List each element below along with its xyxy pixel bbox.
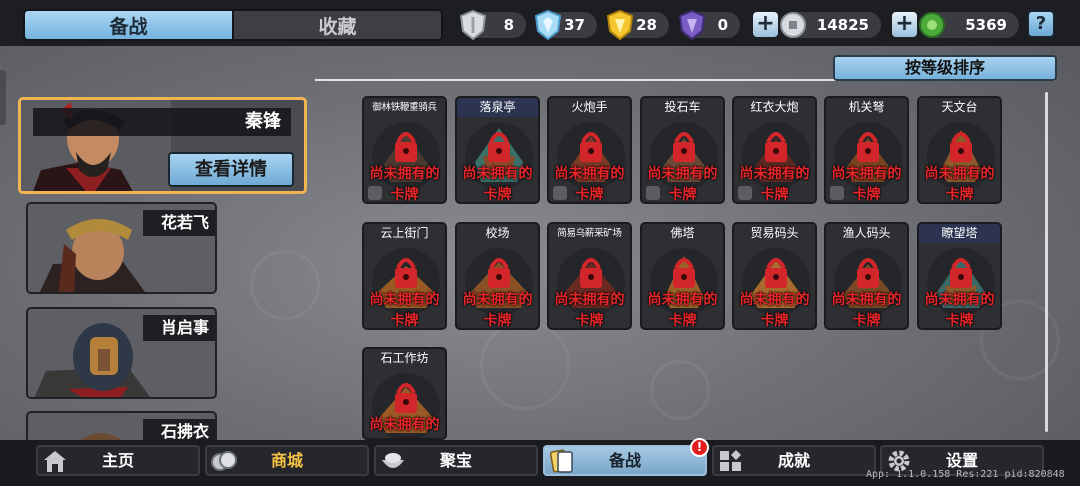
view-details-button[interactable]: 查看详情 (168, 152, 294, 187)
building-name: 落泉亭 (457, 98, 538, 117)
tab-prepare[interactable]: 备战 (25, 11, 234, 39)
locked-label: 尚未拥有的卡牌 (369, 292, 440, 329)
hero-name: 花若飞 (143, 210, 215, 236)
building-card[interactable]: 贸易码头 尚未拥有的 卡牌 (732, 222, 817, 330)
tab-collection[interactable]: 收藏 (234, 11, 441, 39)
building-name: 佛塔 (642, 224, 723, 243)
cards-icon (549, 449, 573, 473)
background-pattern (250, 250, 320, 320)
hero-name: 肖启事 (143, 315, 215, 341)
hero-card[interactable]: 花若飞 (26, 202, 217, 294)
nav-treasure-button[interactable]: 聚宝 (374, 445, 538, 476)
locked-label: 尚未拥有的卡牌 (369, 417, 440, 433)
building-card[interactable]: 简易乌薪采矿场 尚未拥有的 卡牌 (547, 222, 632, 330)
home-icon (44, 451, 66, 472)
building-name: 石工作坊 (364, 349, 445, 368)
achievement-icon (720, 450, 741, 471)
building-name: 云上街门 (364, 224, 445, 243)
currency-gold-shield: 28 (606, 9, 669, 41)
currency-value: 5369 (965, 16, 1007, 34)
currency-silver-shield: 8 (459, 9, 526, 41)
jade-coin-icon (919, 12, 945, 38)
silver-coin-icon (780, 12, 806, 38)
main-tabs: 备战 收藏 (23, 9, 443, 41)
notification-badge: ! (690, 438, 709, 457)
gold-shield-icon (606, 9, 634, 41)
nav-prepare-button[interactable]: 备战 (543, 445, 707, 476)
background-pattern (480, 320, 570, 410)
building-card[interactable]: 机关弩 尚未拥有的 卡牌 (824, 96, 909, 204)
locked-label: 尚未拥有的卡牌 (462, 292, 533, 329)
currency-blue-shield: 37 (534, 9, 597, 41)
card-type-icon (646, 186, 660, 200)
building-name: 机关弩 (826, 98, 907, 117)
building-card[interactable]: 佛塔 尚未拥有的 卡牌 (640, 222, 725, 330)
building-card[interactable]: 红衣大炮 尚未拥有的 卡牌 (732, 96, 817, 204)
building-name: 御林铁鞭重骑兵 (364, 98, 445, 117)
building-card[interactable]: 天文台 尚未拥有的 卡牌 (917, 96, 1002, 204)
currency-value: 8 (503, 16, 514, 34)
building-name: 投石车 (642, 98, 723, 117)
locked-label: 尚未拥有的卡牌 (924, 166, 995, 203)
nav-home-button[interactable]: 主页 (36, 445, 200, 476)
building-name: 火炮手 (549, 98, 630, 117)
building-card[interactable]: 渔人码头 尚未拥有的 卡牌 (824, 222, 909, 330)
building-name: 红衣大炮 (734, 98, 815, 117)
currency-jade-coin: 5369 (919, 12, 1019, 38)
add-silver-coin-button[interactable]: + (753, 12, 778, 37)
building-card[interactable]: 瞭望塔 尚未拥有的 卡牌 (917, 222, 1002, 330)
currency-value: 14825 (816, 16, 869, 34)
locked-label: 尚未拥有的卡牌 (647, 292, 718, 329)
building-name: 简易乌薪采矿场 (549, 224, 630, 243)
currency-value: 37 (564, 16, 585, 34)
building-card[interactable]: 云上街门 尚未拥有的 卡牌 (362, 222, 447, 330)
locked-label: 尚未拥有的卡牌 (739, 292, 810, 329)
list-scrollbar[interactable] (1045, 92, 1048, 432)
add-jade-coin-button[interactable]: + (892, 12, 917, 37)
currency-silver-coin: 14825 (780, 12, 881, 38)
coins-icon (211, 451, 237, 471)
building-card[interactable]: 校场 尚未拥有的 卡牌 (455, 222, 540, 330)
hero-name: 秦锋 (33, 108, 291, 136)
locked-label: 尚未拥有的卡牌 (924, 292, 995, 329)
hero-card[interactable]: 肖启事 (26, 307, 217, 399)
treasure-bowl-icon (382, 453, 404, 468)
card-type-icon (830, 186, 844, 200)
building-card[interactable]: 落泉亭 尚未拥有的 卡牌 (455, 96, 540, 204)
locked-label: 尚未拥有的卡牌 (462, 166, 533, 203)
building-name: 渔人码头 (826, 224, 907, 243)
building-name: 校场 (457, 224, 538, 243)
card-type-icon (368, 186, 382, 200)
hero-card-selected[interactable]: 秦锋 查看详情 (18, 97, 307, 194)
version-text: App: 1.1.0.158 Res:221 pid:820848 (866, 469, 1065, 480)
card-type-icon (553, 186, 567, 200)
building-card[interactable]: 火炮手 尚未拥有的 卡牌 (547, 96, 632, 204)
currency-value: 0 (717, 16, 728, 34)
building-card[interactable]: 投石车 尚未拥有的 卡牌 (640, 96, 725, 204)
blue-crystal-shield-icon (534, 9, 562, 41)
building-name: 天文台 (919, 98, 1000, 117)
sort-by-level-button[interactable]: 按等级排序 (833, 55, 1057, 81)
nav-achievement-button[interactable]: 成就 (712, 445, 876, 476)
purple-shield-icon (678, 9, 706, 41)
building-card[interactable]: 御林铁鞭重骑兵 尚未拥有的 卡牌 (362, 96, 447, 204)
locked-label: 尚未拥有的卡牌 (554, 292, 625, 329)
currency-value: 28 (636, 16, 657, 34)
building-name: 贸易码头 (734, 224, 815, 243)
currency-purple-shield: 0 (678, 9, 740, 41)
background-pattern (650, 360, 710, 420)
card-type-icon (738, 186, 752, 200)
left-edge-handle[interactable] (0, 70, 6, 125)
building-name: 瞭望塔 (919, 224, 1000, 243)
nav-shop-button[interactable]: 商城 (205, 445, 369, 476)
silver-shield-icon (459, 9, 487, 41)
locked-label: 尚未拥有的卡牌 (831, 292, 902, 329)
building-card[interactable]: 石工作坊 尚未拥有的卡牌 (362, 347, 447, 440)
help-button[interactable]: ? (1027, 10, 1055, 38)
